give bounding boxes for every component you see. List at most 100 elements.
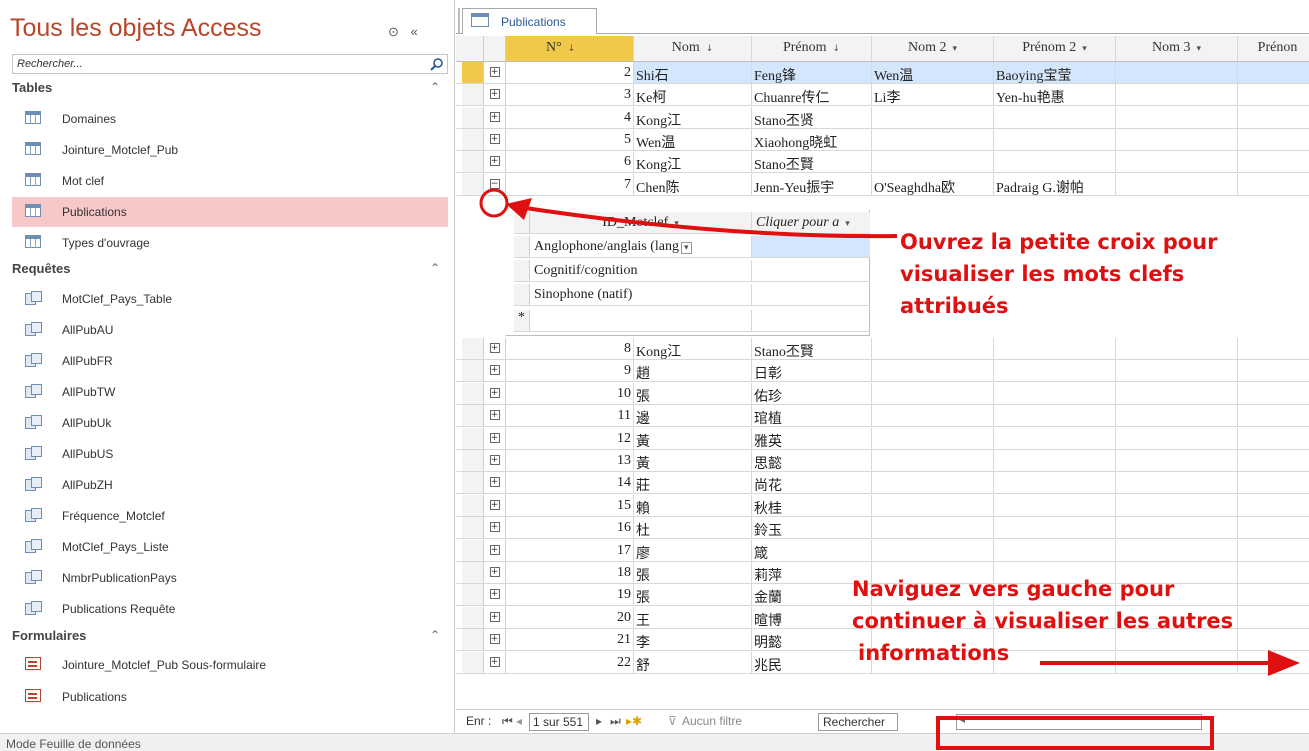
expand-icon[interactable]: +: [489, 133, 500, 144]
cell-id-motclef[interactable]: [530, 310, 752, 331]
sort-icon[interactable]: ↓: [568, 44, 576, 54]
row-selector[interactable]: [514, 236, 530, 257]
cell-nom-3[interactable]: [1116, 62, 1238, 83]
cell-n[interactable]: 17: [506, 539, 634, 561]
cell-nom[interactable]: 黃: [634, 450, 752, 471]
dropdown-icon[interactable]: ▾: [952, 44, 957, 54]
cell-nom[interactable]: 王: [634, 606, 752, 628]
cell-n[interactable]: 7: [506, 173, 634, 195]
record-search-input[interactable]: Rechercher: [818, 713, 898, 731]
cell-prenom[interactable]: 思懿: [752, 450, 872, 471]
cell-nom[interactable]: 杜: [634, 517, 752, 539]
expand-icon[interactable]: +: [489, 634, 500, 645]
expand-icon[interactable]: +: [489, 477, 500, 488]
collapse-section-icon[interactable]: ⌃: [430, 628, 440, 642]
expand-icon[interactable]: +: [489, 656, 500, 667]
first-record-button[interactable]: ⏮: [502, 714, 513, 729]
expand-icon[interactable]: +: [489, 156, 500, 167]
cell-n[interactable]: 19: [506, 584, 634, 606]
nav-item-domaines[interactable]: Domaines: [12, 104, 448, 134]
table-row[interactable]: −7 Chen陈 Jenn-Yeu振宇 O'Seaghdha欧 Padraig G.谢帕: [456, 173, 1309, 196]
row-selector[interactable]: [462, 151, 484, 173]
cell-prenom-2[interactable]: [994, 382, 1116, 404]
nav-item-mot-clef[interactable]: Mot clef: [12, 166, 448, 196]
cell-nom-3[interactable]: [1116, 472, 1238, 494]
row-expander[interactable]: +: [484, 382, 506, 404]
row-selector[interactable]: [462, 472, 484, 494]
cell-nom-3[interactable]: [1116, 338, 1238, 359]
cell-prenom-2[interactable]: [994, 151, 1116, 173]
cell-nom[interactable]: 張: [634, 562, 752, 583]
expand-icon[interactable]: +: [489, 67, 500, 77]
nav-item-frequence-motclef[interactable]: Fréquence_Motclef: [12, 501, 448, 531]
expand-icon[interactable]: +: [489, 387, 500, 398]
cell-nom[interactable]: Ke柯: [634, 84, 752, 106]
table-row[interactable]: +8 Kong江 Stano丕賢: [456, 338, 1309, 360]
cell-nom[interactable]: 廖: [634, 539, 752, 561]
dropdown-icon[interactable]: ▾: [1196, 44, 1201, 54]
cell-prenom-2[interactable]: [994, 360, 1116, 382]
column-header-nom[interactable]: Nom ↓: [634, 36, 752, 61]
cell-nom[interactable]: 舒: [634, 651, 752, 673]
cell-nom-2[interactable]: [872, 539, 994, 561]
cell-prenon[interactable]: [1238, 517, 1309, 538]
column-header-nom-2[interactable]: Nom 2 ▾: [872, 36, 994, 61]
row-selector[interactable]: [462, 338, 484, 359]
nav-item-allpubuk[interactable]: AllPubUk: [12, 408, 448, 438]
cell-click-to-add[interactable]: [752, 284, 870, 305]
table-row[interactable]: +3 Ke柯 Chuanre传仁 Li李 Yen-hu艳惠: [456, 84, 1309, 107]
row-selector[interactable]: [462, 128, 484, 150]
cell-prenom-2[interactable]: [994, 106, 1116, 128]
cell-nom-2[interactable]: [872, 151, 994, 173]
cell-n[interactable]: 9: [506, 360, 634, 382]
table-row[interactable]: +17 廖箴: [456, 539, 1309, 562]
row-selector[interactable]: [462, 494, 484, 516]
cell-n[interactable]: 13: [506, 450, 634, 471]
cell-prenom[interactable]: 佑珍: [752, 382, 872, 404]
collapse-section-icon[interactable]: ⌃: [430, 80, 440, 94]
table-row[interactable]: +16 杜鈴玉: [456, 517, 1309, 540]
row-selector[interactable]: [462, 360, 484, 382]
row-selector[interactable]: [462, 62, 484, 83]
next-record-button[interactable]: ▸: [596, 714, 602, 728]
expand-icon[interactable]: +: [489, 522, 500, 533]
nav-section-tables[interactable]: Tables ⌃: [12, 80, 448, 102]
cell-prenon[interactable]: [1238, 360, 1309, 381]
new-record-button[interactable]: ▸✱: [626, 714, 642, 728]
nav-pane-controls[interactable]: ⊙ «: [388, 24, 422, 40]
expand-icon[interactable]: +: [489, 111, 500, 122]
cell-prenom-2[interactable]: Baoying宝莹: [994, 62, 1116, 83]
nav-item-allpubus[interactable]: AllPubUS: [12, 439, 448, 469]
cell-nom-2[interactable]: [872, 338, 994, 359]
nav-item-jointure-motclef-pub-sous-formulaire[interactable]: Jointure_Motclef_Pub Sous-formulaire: [12, 650, 448, 680]
cell-nom-2[interactable]: [872, 106, 994, 128]
previous-record-button[interactable]: ◂: [516, 714, 522, 728]
cell-n[interactable]: 22: [506, 651, 634, 673]
row-selector[interactable]: [462, 517, 484, 539]
cell-prenon[interactable]: [1238, 450, 1309, 471]
row-expander[interactable]: +: [484, 106, 506, 128]
cell-nom[interactable]: 張: [634, 382, 752, 404]
cell-nom-2[interactable]: Wen温: [872, 62, 994, 83]
cell-nom[interactable]: 邊: [634, 405, 752, 427]
cell-nom-2[interactable]: [872, 494, 994, 516]
cell-nom-2[interactable]: [872, 360, 994, 382]
cell-nom[interactable]: Kong江: [634, 338, 752, 359]
cell-nom-3[interactable]: [1116, 405, 1238, 427]
column-header-id-motclef[interactable]: ID_Motclef ▾: [530, 212, 752, 233]
column-header-prenom-2[interactable]: Prénom 2 ▾: [994, 36, 1116, 61]
nav-item-allpubfr[interactable]: AllPubFR: [12, 346, 448, 376]
cell-nom-3[interactable]: [1116, 517, 1238, 539]
nav-section-requetes[interactable]: Requêtes ⌃: [12, 261, 448, 283]
cell-n[interactable]: 4: [506, 106, 634, 128]
subdatasheet-corner[interactable]: [514, 212, 530, 233]
cell-prenom-2[interactable]: [994, 472, 1116, 494]
row-expander[interactable]: −: [484, 173, 506, 195]
cell-prenon[interactable]: [1238, 405, 1309, 426]
cell-prenom-2[interactable]: [994, 517, 1116, 539]
table-row[interactable]: +12 黃雅英: [456, 427, 1309, 450]
cell-prenom[interactable]: Stano丕賢: [752, 151, 872, 173]
row-selector[interactable]: [462, 382, 484, 404]
row-selector[interactable]: [462, 539, 484, 561]
tab-publications[interactable]: Publications: [462, 8, 597, 34]
